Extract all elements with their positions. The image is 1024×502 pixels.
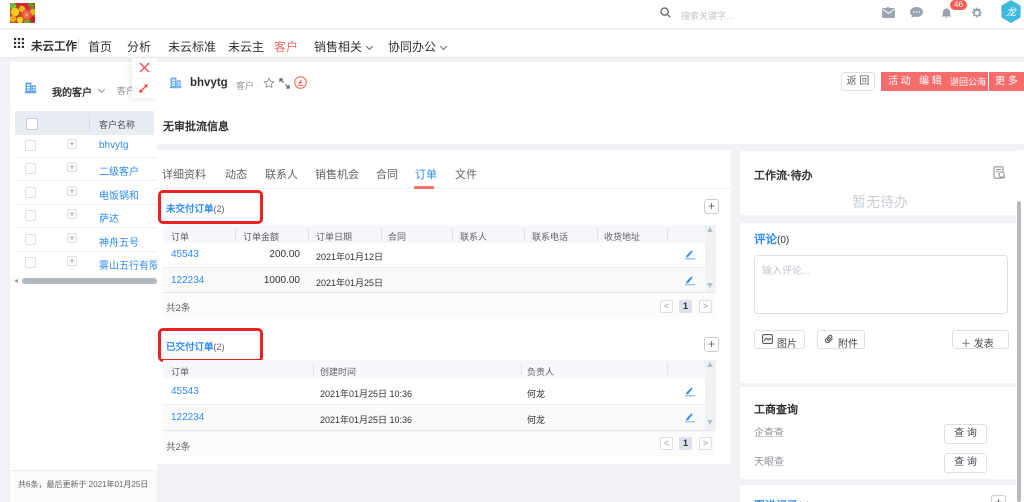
svg-text:龙: 龙 [1006, 7, 1017, 19]
